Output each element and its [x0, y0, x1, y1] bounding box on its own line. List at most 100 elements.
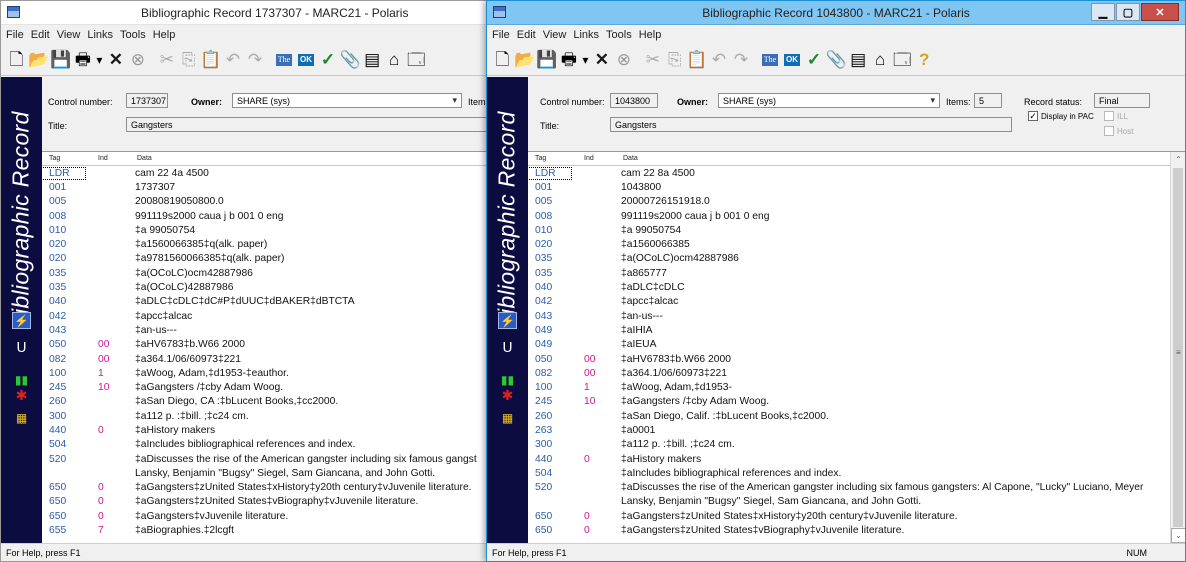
marc-tag[interactable]: 650 — [528, 525, 571, 536]
marc-tag[interactable]: 042 — [42, 311, 85, 322]
marc-tag[interactable]: 020 — [42, 253, 85, 264]
redo-icon[interactable]: ↷ — [245, 48, 266, 72]
marc-data[interactable]: ‡aDLC‡cDLC — [615, 282, 1170, 293]
marc-data[interactable]: ‡a(OCoLC)ocm42887986 — [615, 253, 1170, 264]
marc-row[interactable]: 040 ‡aDLC‡cDLC — [528, 280, 1170, 294]
link-icon[interactable]: ᑌ — [12, 339, 31, 356]
marc-tag[interactable]: 082 — [42, 354, 85, 365]
marc-tag[interactable]: 008 — [42, 211, 85, 222]
marc-row[interactable]: 260 ‡aSan Diego, CA :‡bLucent Books,‡cc20… — [42, 395, 489, 409]
save-icon[interactable]: 💾 — [536, 48, 557, 72]
marc-indicator[interactable]: 1 — [85, 368, 129, 379]
marc-row[interactable]: 082 00 ‡a364.1/06/60973‡221 — [528, 366, 1170, 380]
marc-data[interactable]: ‡an-us--- — [129, 325, 489, 336]
view-icon[interactable]: ⌂ — [384, 48, 405, 72]
spellcheck-icon[interactable]: ✓ — [318, 48, 339, 72]
marc-tag[interactable]: 504 — [42, 439, 85, 450]
marc-tag[interactable]: 650 — [42, 482, 85, 493]
validate-icon[interactable]: OK — [782, 48, 803, 72]
menu-help[interactable]: Help — [153, 29, 176, 41]
marc-row[interactable]: 520 ‡aDiscusses the rise of the American … — [42, 452, 489, 466]
chevron-down-icon[interactable]: ▾ — [930, 95, 935, 106]
bug-icon[interactable]: ✱ — [12, 387, 31, 404]
marc-row[interactable]: 010 ‡a 99050754 — [42, 223, 489, 237]
open-folder-icon[interactable]: 📂 — [514, 48, 535, 72]
marc-row[interactable]: 300 ‡a112 p. :‡bill. ;‡c24 cm. — [528, 438, 1170, 452]
marc-grid[interactable]: Tag Ind Data LDR cam 22 8a 4500 001 104380… — [528, 151, 1185, 543]
marc-data[interactable]: ‡a(OCoLC)ocm42887986 — [129, 268, 489, 279]
marc-tag[interactable]: 001 — [528, 182, 571, 193]
delete-icon[interactable]: ✕ — [105, 48, 126, 72]
marc-row[interactable]: 001 1043800 — [528, 180, 1170, 194]
delete-icon[interactable]: ✕ — [591, 48, 612, 72]
marc-row[interactable]: 050 00 ‡aHV6783‡b.W66 2000 — [42, 338, 489, 352]
marc-data[interactable]: ‡apcc‡alcac — [615, 296, 1170, 307]
print-dropdown-icon[interactable]: ▾ — [580, 48, 590, 72]
marc-tag[interactable]: 049 — [528, 339, 571, 350]
cut-icon[interactable]: ✂ — [642, 48, 663, 72]
marc-row[interactable]: 020 ‡a9781560066385‡q(alk. paper) — [42, 252, 489, 266]
marc-row[interactable]: 440 0 ‡aHistory makers — [528, 452, 1170, 466]
marc-data[interactable]: ‡aHV6783‡b.W66 2000 — [129, 339, 489, 350]
marc-tag[interactable]: 260 — [42, 396, 85, 407]
column-tag[interactable]: Tag — [528, 155, 571, 162]
marc-row[interactable]: 035 ‡a865777 — [528, 266, 1170, 280]
marc-indicator[interactable]: 0 — [571, 525, 615, 536]
reports-icon[interactable]: ▦ — [12, 409, 31, 426]
menu-edit[interactable]: Edit — [517, 29, 536, 41]
marc-row[interactable]: 650 0 ‡aGangsters‡zUnited States‡vBiograph… — [42, 495, 489, 509]
print-icon[interactable]: 🖶 — [558, 48, 579, 72]
marc-data[interactable]: ‡aHV6783‡b.W66 2000 — [615, 354, 1170, 365]
marc-data[interactable]: ‡aSan Diego, Calif. :‡bLucent Books,‡c20… — [615, 411, 1170, 422]
marc-row[interactable]: 001 1737307 — [42, 180, 489, 194]
scroll-down-icon[interactable]: ⌄ — [1171, 528, 1185, 543]
marc-data[interactable]: ‡aWoog, Adam,‡d1953- — [615, 382, 1170, 393]
marc-row[interactable]: 005 20080819050800.0 — [42, 195, 489, 209]
record-icon[interactable]: ▤ — [362, 48, 383, 72]
marc-data[interactable]: ‡a(OCoLC)42887986 — [129, 282, 489, 293]
copy-icon[interactable]: ⎘ — [664, 48, 685, 72]
marc-tag[interactable]: 010 — [42, 225, 85, 236]
marc-data[interactable]: ‡aDLC‡cDLC‡dC#P‡dUUC‡dBAKER‡dBTCTA — [129, 296, 489, 307]
menu-help[interactable]: Help — [639, 29, 662, 41]
marc-tag[interactable]: 035 — [42, 268, 85, 279]
marc-tag[interactable]: 650 — [528, 511, 571, 522]
validate-icon[interactable]: OK — [296, 48, 317, 72]
marc-data[interactable]: ‡aHistory makers — [615, 454, 1170, 465]
marc-row[interactable]: 043 ‡an-us--- — [42, 323, 489, 337]
cancel-icon[interactable]: ⊗ — [127, 48, 148, 72]
column-ind[interactable]: Ind — [571, 155, 615, 162]
marc-indicator[interactable]: 00 — [85, 354, 129, 365]
marc-tag[interactable]: 245 — [528, 396, 571, 407]
scrollbar-thumb[interactable]: ≡ — [1173, 168, 1183, 527]
marc-data[interactable]: ‡aGangsters /‡cby Adam Woog. — [615, 396, 1170, 407]
marc-indicator[interactable]: 0 — [571, 454, 615, 465]
marc-data[interactable]: ‡a364.1/06/60973‡221 — [615, 368, 1170, 379]
marc-tag[interactable]: 005 — [528, 196, 571, 207]
marc-indicator[interactable]: 1 — [571, 382, 615, 393]
marc-row[interactable]: Lansky, Benjamin "Bugsy" Siegel, Sam Gia… — [42, 466, 489, 480]
help-icon[interactable]: ? — [914, 48, 935, 72]
marc-row[interactable]: 100 1 ‡aWoog, Adam,‡d1953-‡eauthor. — [42, 366, 489, 380]
marc-row[interactable]: 440 0 ‡aHistory makers — [42, 423, 489, 437]
marc-row[interactable]: 300 ‡a112 p. :‡bill. ;‡c24 cm. — [42, 409, 489, 423]
marc-row[interactable]: 042 ‡apcc‡alcac — [528, 295, 1170, 309]
marc-row[interactable]: 049 ‡aIHIA — [528, 323, 1170, 337]
marc-row[interactable]: 504 ‡aIncludes bibliographical references… — [42, 438, 489, 452]
marc-data[interactable]: ‡aDiscusses the rise of the American gan… — [129, 454, 489, 465]
marc-tag[interactable]: 005 — [42, 196, 85, 207]
bib-record-window-2[interactable]: Bibliographic Record 1043800 - MARC21 - … — [486, 0, 1186, 562]
marc-tag[interactable]: 010 — [528, 225, 571, 236]
marc-tag[interactable]: 043 — [528, 311, 571, 322]
cut-icon[interactable]: ✂ — [156, 48, 177, 72]
lightning-icon[interactable]: ⚡ — [12, 312, 31, 329]
marc-tag[interactable]: 263 — [528, 425, 571, 436]
marc-data[interactable]: 1737307 — [129, 182, 489, 193]
marc-tag[interactable]: 008 — [528, 211, 571, 222]
title-bar[interactable]: Bibliographic Record 1043800 - MARC21 - … — [487, 1, 1185, 25]
print-icon[interactable]: 🖶 — [72, 48, 93, 72]
menu-file[interactable]: File — [6, 29, 24, 41]
marc-data[interactable]: ‡aIHIA — [615, 325, 1170, 336]
link-icon[interactable]: ᑌ — [498, 339, 517, 356]
marc-data[interactable]: ‡aBiographies.‡2lcgft — [129, 525, 489, 536]
